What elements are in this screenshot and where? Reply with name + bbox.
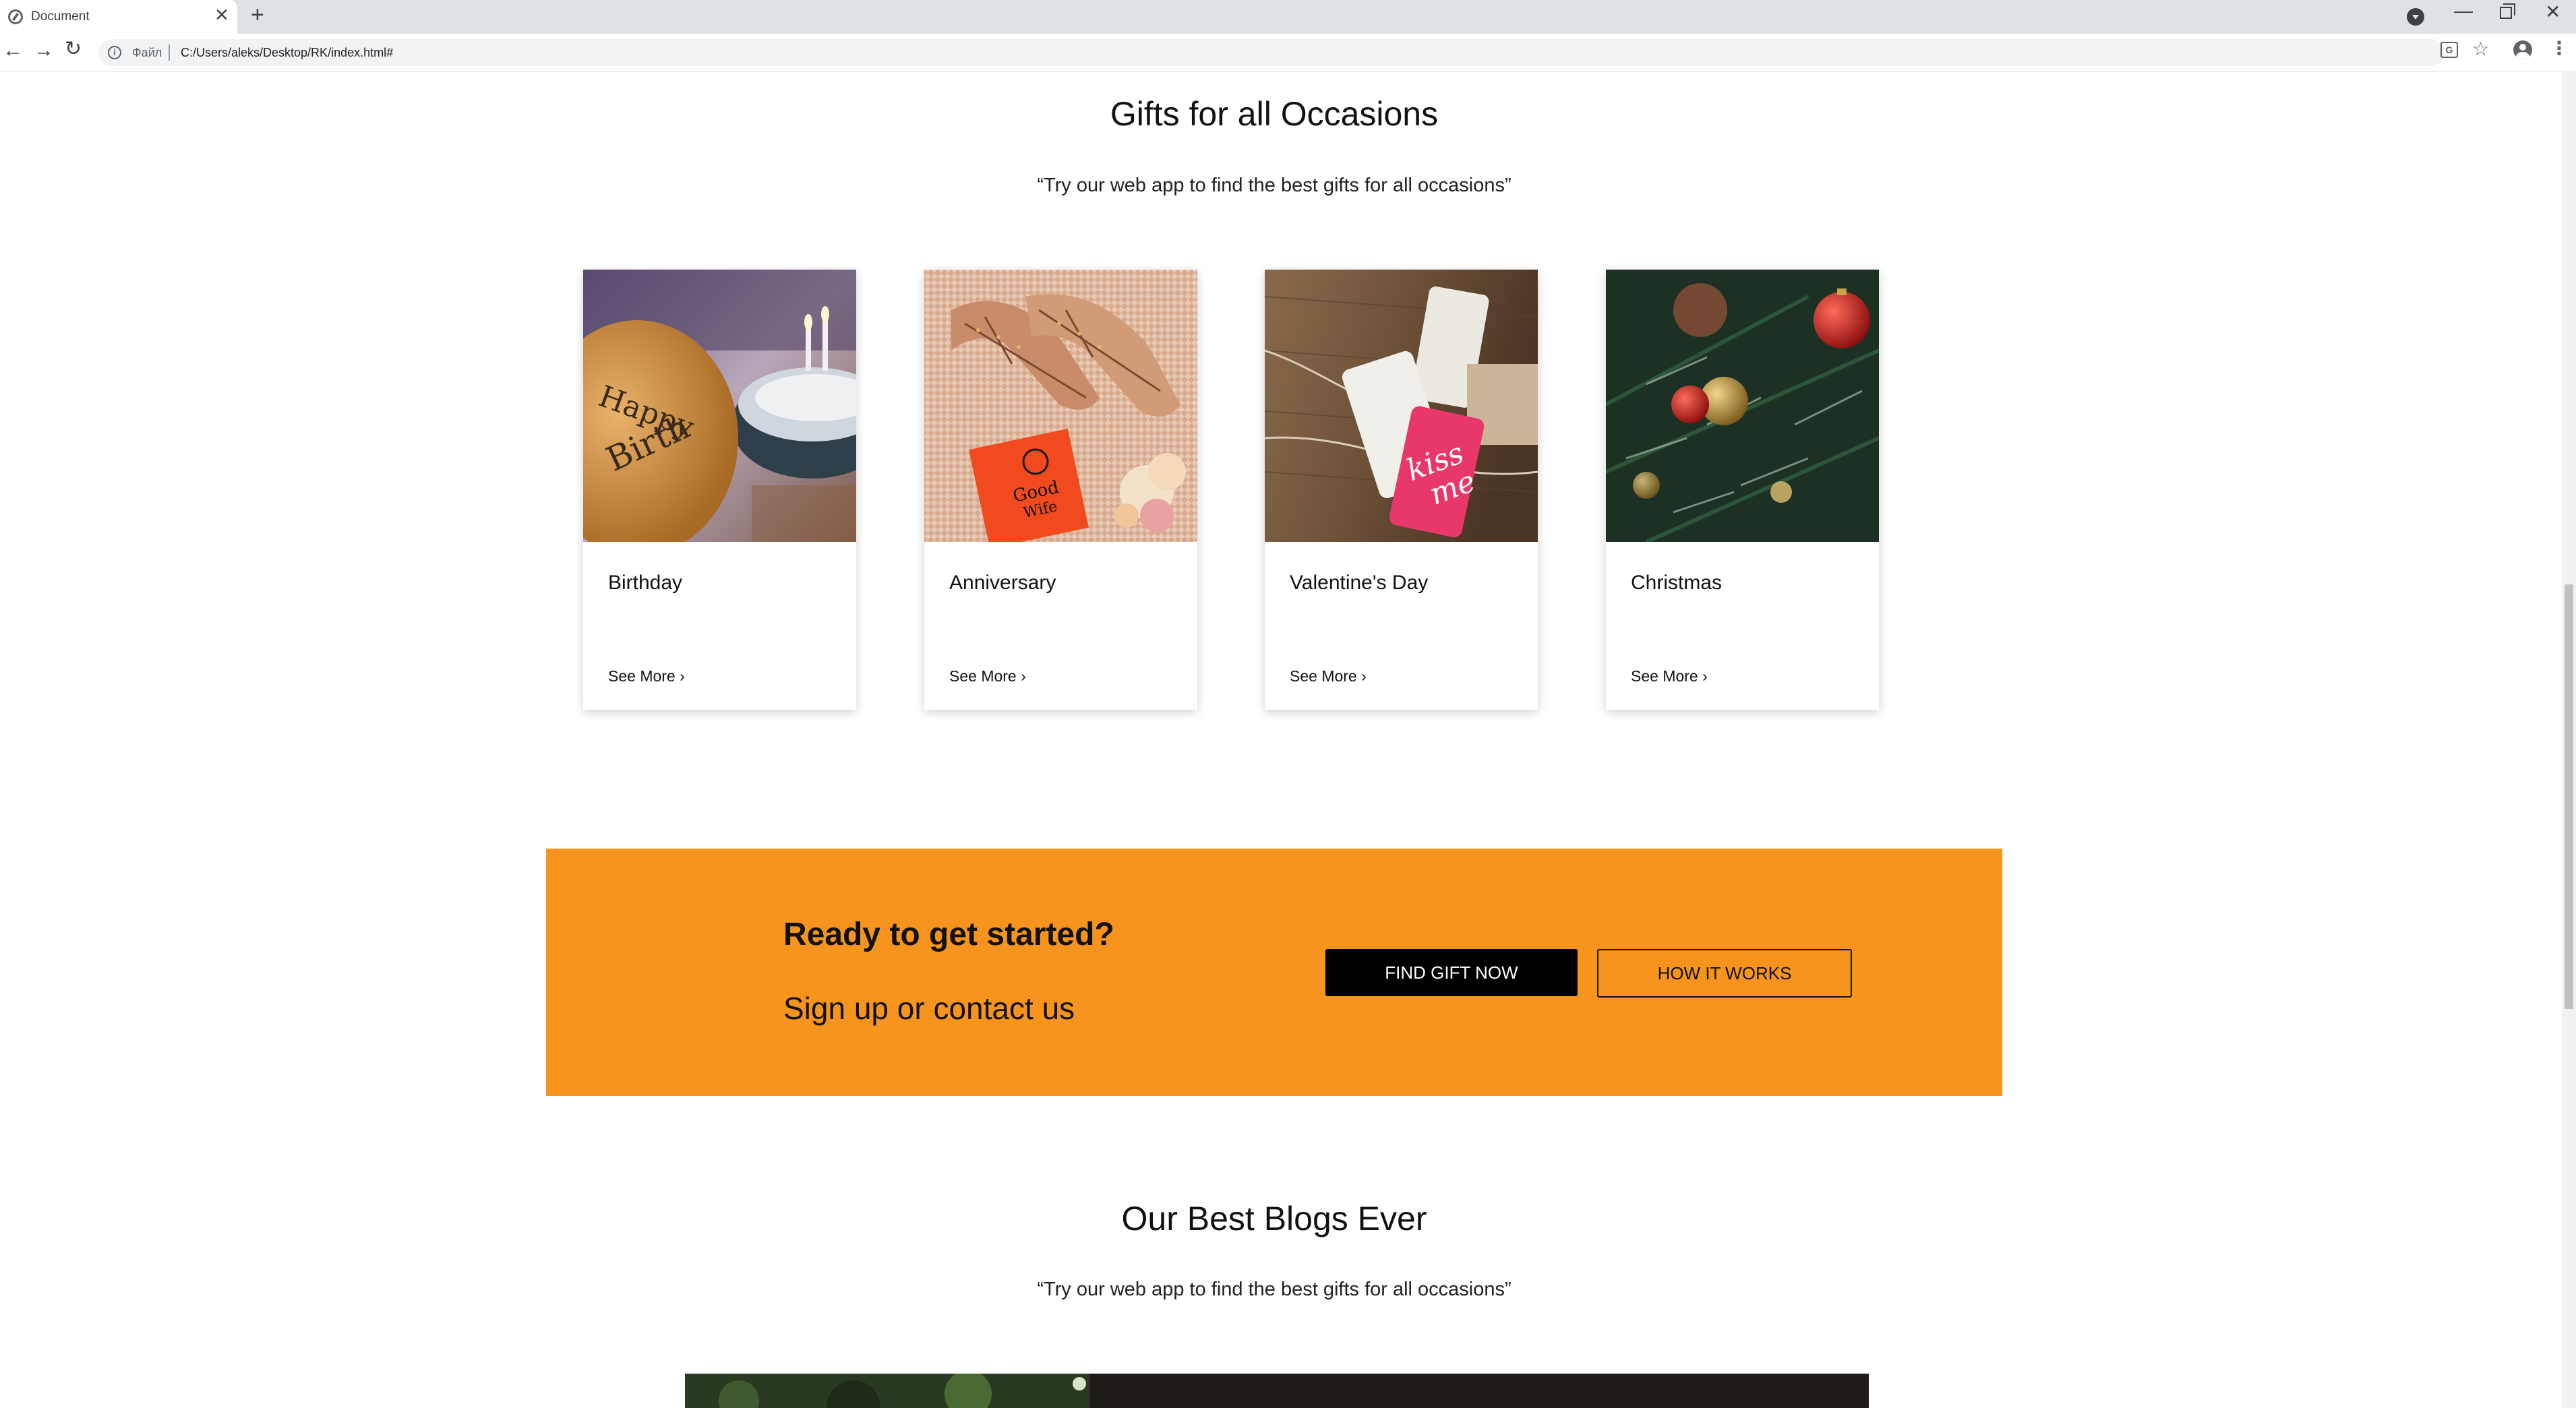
page-scrollbar[interactable]	[2562, 72, 2576, 1408]
reload-icon[interactable]: ↻	[65, 39, 82, 59]
find-gift-now-button[interactable]: FIND GIFT NOW	[1325, 949, 1578, 996]
bookmark-star-icon[interactable]: ☆	[2472, 40, 2489, 59]
occasion-card-christmas[interactable]: Christmas See More ›	[1606, 270, 1879, 710]
anniversary-image: Good Wife	[924, 270, 1197, 542]
minimize-button[interactable]: —	[2454, 1, 2473, 20]
see-more-link[interactable]: See More ›	[1631, 667, 1708, 685]
occasion-card-birthday[interactable]: Happy Birth Birthday See More ›	[583, 270, 856, 710]
window-close-button[interactable]: ✕	[2545, 3, 2560, 22]
scrollbar-thumb[interactable]	[2565, 584, 2573, 1009]
tab-search-icon[interactable]	[2407, 8, 2424, 26]
card-title: Valentine's Day	[1290, 572, 1429, 594]
see-more-link[interactable]: See More ›	[608, 667, 685, 685]
occasions-subtitle: “Try our web app to find the best gifts …	[1037, 175, 1511, 196]
occasions-title: Gifts for all Occasions	[1110, 95, 1439, 133]
christmas-image	[1606, 270, 1879, 542]
url-text[interactable]: C:/Users/aleks/Desktop/RK/index.html#	[181, 46, 393, 60]
browser-tab[interactable]: Document ✕	[0, 0, 237, 34]
birthday-image: Happy Birth	[583, 270, 856, 542]
scheme-label: Файл	[132, 46, 162, 59]
blog-card-preview[interactable]	[685, 1374, 1869, 1408]
browser-toolbar: ← → ↻ i Файл C:/Users/aleks/Desktop/RK/i…	[0, 34, 2576, 71]
blog-image	[685, 1374, 1089, 1408]
forward-arrow-icon[interactable]: →	[34, 40, 54, 61]
cta-subtitle: Sign up or contact us	[783, 991, 1075, 1026]
see-more-link[interactable]: See More ›	[1290, 667, 1367, 685]
blogs-title: Our Best Blogs Ever	[1121, 1200, 1427, 1237]
close-tab-icon[interactable]: ✕	[214, 6, 229, 24]
cta-banner: Ready to get started? Sign up or contact…	[546, 849, 2002, 1096]
tab-strip: Document ✕ + — ✕	[0, 0, 2576, 34]
restore-button[interactable]	[2500, 3, 2515, 19]
kebab-menu-icon[interactable]: ⋮	[2550, 39, 2569, 58]
account-icon[interactable]	[2513, 40, 2532, 59]
how-it-works-button[interactable]: HOW IT WORKS	[1597, 949, 1852, 998]
back-arrow-icon[interactable]: ←	[3, 40, 23, 61]
cta-title: Ready to get started?	[783, 917, 1114, 952]
omnibox-divider	[169, 44, 170, 61]
occasion-card-valentines[interactable]: kiss me Valentine's Day See More ›	[1265, 270, 1538, 710]
blogs-subtitle: “Try our web app to find the best gifts …	[1037, 1279, 1511, 1300]
card-title: Christmas	[1631, 572, 1723, 594]
card-title: Birthday	[608, 572, 683, 594]
page-viewport: Gifts for all Occasions “Try our web app…	[0, 72, 2562, 1408]
info-icon[interactable]: i	[108, 46, 121, 59]
tab-title: Document	[31, 9, 90, 24]
valentines-image: kiss me	[1265, 270, 1538, 542]
translate-icon[interactable]: G	[2440, 42, 2458, 58]
occasion-card-anniversary[interactable]: Good Wife Anniversary See More ›	[924, 270, 1197, 710]
new-tab-button[interactable]: +	[251, 3, 264, 26]
globe-icon	[8, 9, 23, 24]
see-more-link[interactable]: See More ›	[949, 667, 1026, 685]
card-title: Anniversary	[949, 572, 1056, 594]
address-bar[interactable]: i Файл C:/Users/aleks/Desktop/RK/index.h…	[98, 39, 2445, 66]
